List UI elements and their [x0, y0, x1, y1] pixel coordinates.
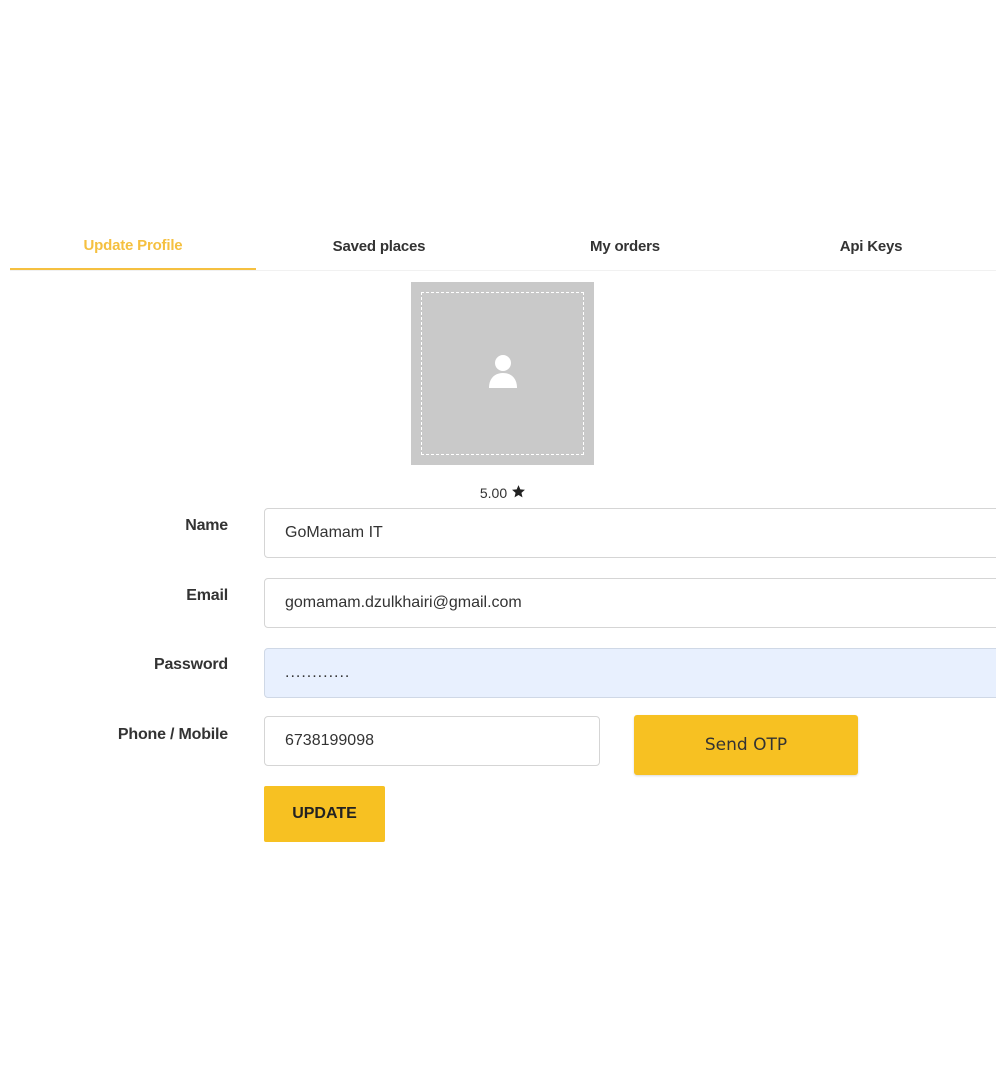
name-label: Name — [185, 517, 228, 534]
avatar-upload[interactable] — [411, 282, 594, 465]
password-label: Password — [154, 656, 228, 673]
tab-api-keys[interactable]: Api Keys — [748, 222, 994, 270]
star-icon — [511, 484, 526, 502]
tab-saved-places[interactable]: Saved places — [256, 222, 502, 270]
user-icon — [488, 354, 518, 393]
page: Update Profile Saved places My orders Ap… — [0, 0, 996, 1080]
name-input[interactable] — [264, 508, 996, 558]
tab-update-profile[interactable]: Update Profile — [10, 222, 256, 270]
update-button[interactable]: UPDATE — [264, 786, 385, 842]
tab-my-orders[interactable]: My orders — [502, 222, 748, 270]
email-label: Email — [186, 587, 228, 604]
password-input[interactable] — [264, 648, 996, 698]
email-input[interactable] — [264, 578, 996, 628]
avatar-dropzone — [421, 292, 584, 455]
phone-label: Phone / Mobile — [117, 726, 228, 743]
user-rating: 5.00 — [458, 484, 548, 502]
profile-tabs: Update Profile Saved places My orders Ap… — [10, 222, 996, 271]
phone-input[interactable] — [264, 716, 600, 766]
send-otp-button[interactable]: Send OTP — [634, 715, 858, 775]
rating-value: 5.00 — [479, 485, 508, 501]
